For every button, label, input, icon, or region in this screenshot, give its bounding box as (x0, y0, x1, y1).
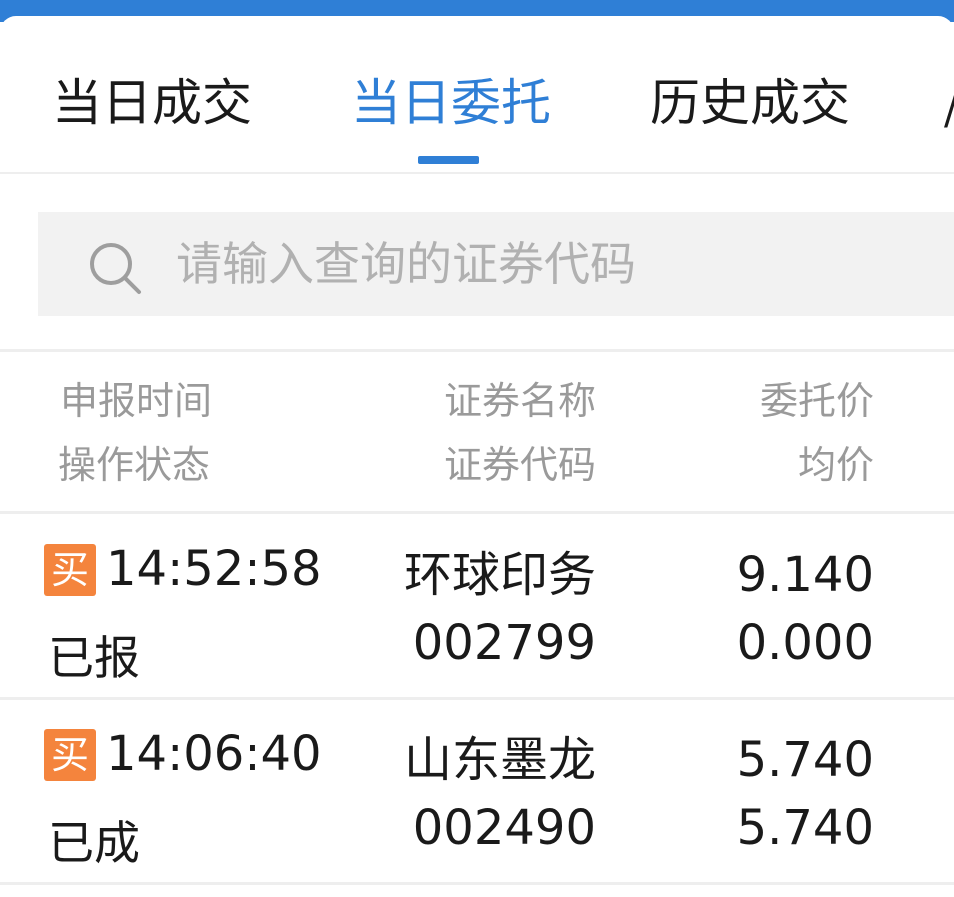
order-time: 14:52:58 (106, 541, 322, 597)
header-sec-name: 证券名称 (443, 379, 596, 423)
security-code: 002490 (412, 800, 596, 856)
average-price: 0.000 (736, 615, 874, 671)
buy-badge: 买 (44, 729, 96, 781)
order-status: 已成 (48, 816, 140, 870)
security-name: 环球印务 (403, 547, 596, 603)
order-time: 14:06:40 (106, 726, 322, 782)
header-op-status: 操作状态 (58, 443, 211, 487)
tab-overflow-glyph[interactable]: / (944, 91, 954, 131)
header-sec-code: 证券代码 (443, 443, 596, 487)
search-icon (90, 243, 141, 294)
app-screen: 当日成交 当日委托 历史成交 / 申报时间 操作状态 证券名称 证券代码 委托价… (0, 0, 954, 897)
buy-badge: 买 (44, 544, 96, 596)
tab-history-trades[interactable]: 历史成交 (650, 68, 850, 138)
column-header: 申报时间 操作状态 证券名称 证券代码 委托价 均价 (0, 352, 954, 514)
average-price: 5.740 (736, 800, 874, 856)
tab-bar: 当日成交 当日委托 历史成交 / (0, 16, 954, 174)
security-code: 002799 (412, 615, 596, 671)
order-row[interactable]: 买 14:06:40 已成 山东墨龙 002490 5.740 5.740 (0, 699, 954, 885)
header-report-time: 申报时间 (60, 379, 213, 423)
active-tab-indicator (418, 156, 479, 164)
search-section (0, 176, 954, 352)
tab-today-orders[interactable]: 当日委托 (351, 68, 551, 138)
order-price: 5.740 (736, 732, 874, 788)
order-price: 9.140 (736, 547, 874, 603)
header-order-price: 委托价 (759, 379, 874, 423)
order-row[interactable]: 买 14:52:58 已报 环球印务 002799 9.140 0.000 (0, 514, 954, 700)
search-box[interactable] (38, 212, 954, 316)
order-status: 已报 (48, 631, 140, 685)
search-input[interactable] (176, 224, 936, 304)
tab-today-trades[interactable]: 当日成交 (52, 68, 252, 138)
header-avg-price: 均价 (797, 443, 874, 487)
security-name: 山东墨龙 (403, 732, 596, 788)
